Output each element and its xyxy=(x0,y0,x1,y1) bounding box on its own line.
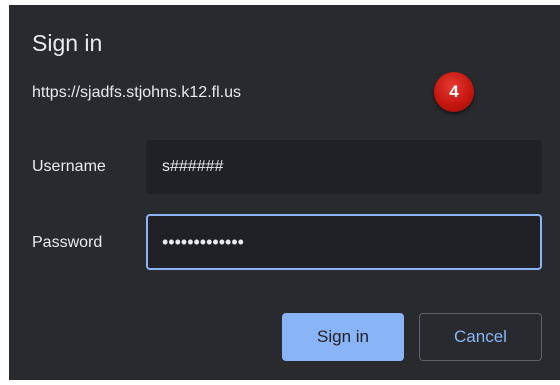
sign-in-button[interactable]: Sign in xyxy=(282,313,404,361)
step-number-badge: 4 xyxy=(434,72,474,112)
site-origin: https://sjadfs.stjohns.k12.fl.us xyxy=(32,84,241,101)
username-label: Username xyxy=(32,158,106,175)
username-field[interactable]: s###### xyxy=(146,140,542,194)
dialog-title: Sign in xyxy=(32,30,103,56)
password-label: Password xyxy=(32,234,103,251)
username-value: s###### xyxy=(162,158,224,175)
cancel-button[interactable]: Cancel xyxy=(419,313,542,361)
password-value: ••••••••••••• xyxy=(162,231,244,252)
password-field[interactable]: ••••••••••••• xyxy=(146,214,542,270)
sign-in-dialog: Sign in https://sjadfs.stjohns.k12.fl.us… xyxy=(9,5,560,380)
